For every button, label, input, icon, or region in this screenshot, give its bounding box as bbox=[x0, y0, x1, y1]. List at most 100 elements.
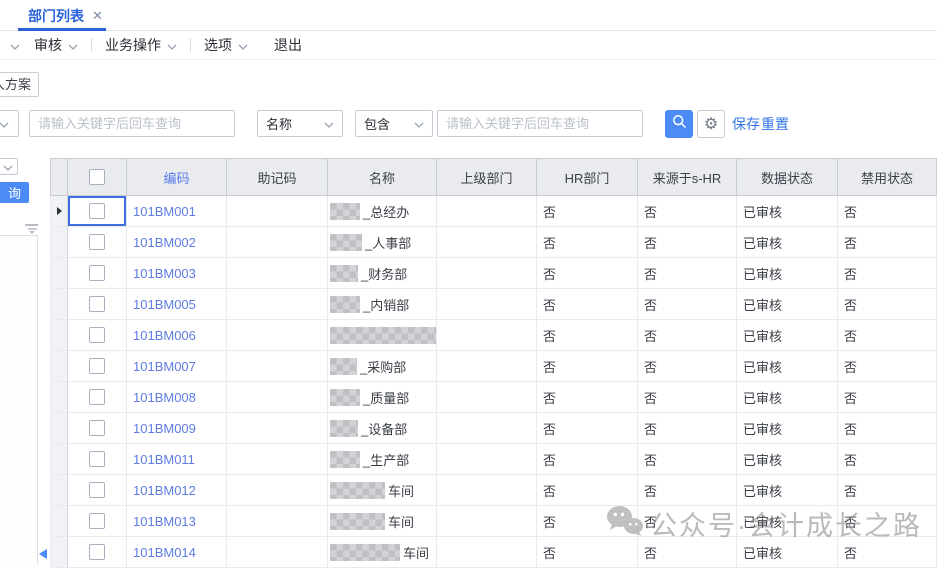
tab-bar: 部门列表 ✕ bbox=[0, 0, 937, 31]
splitter-collapse-handle[interactable] bbox=[25, 224, 39, 234]
filter-operator-select[interactable]: 包含 bbox=[355, 110, 433, 137]
reset-link[interactable]: 重置 bbox=[761, 114, 789, 134]
row-checkbox-cell[interactable] bbox=[68, 413, 127, 444]
menu-item-exit[interactable]: 退出 bbox=[274, 35, 302, 55]
cell-source: 否 bbox=[638, 289, 737, 320]
row-checkbox-cell[interactable] bbox=[68, 475, 127, 506]
row-checkbox[interactable] bbox=[89, 265, 105, 281]
cell-parent bbox=[437, 537, 537, 568]
tab-department-list[interactable]: 部门列表 ✕ bbox=[18, 0, 113, 31]
cell-code[interactable]: 101BM005 bbox=[127, 289, 227, 320]
cell-hr: 否 bbox=[537, 475, 638, 506]
row-checkbox-cell[interactable] bbox=[68, 227, 127, 258]
cell-source: 否 bbox=[638, 227, 737, 258]
menu-item-audit[interactable]: 审核 bbox=[34, 35, 78, 55]
row-checkbox-cell[interactable] bbox=[68, 196, 127, 227]
scheme-button[interactable]: 人方案 bbox=[0, 72, 39, 97]
redacted-blur bbox=[330, 203, 360, 220]
menu-item-collapsed[interactable] bbox=[4, 37, 20, 53]
cell-mnemonic bbox=[227, 258, 328, 289]
cell-code[interactable]: 101BM009 bbox=[127, 413, 227, 444]
cell-parent bbox=[437, 320, 537, 351]
cell-code[interactable]: 101BM013 bbox=[127, 506, 227, 537]
row-checkbox[interactable] bbox=[89, 327, 105, 343]
cell-disabled: 否 bbox=[838, 227, 937, 258]
row-checkbox-cell[interactable] bbox=[68, 506, 127, 537]
cell-source: 否 bbox=[638, 351, 737, 382]
row-checkbox[interactable] bbox=[89, 420, 105, 436]
cell-code[interactable]: 101BM014 bbox=[127, 537, 227, 568]
settings-button[interactable]: ⚙ bbox=[697, 110, 725, 138]
row-indicator-cell bbox=[50, 351, 68, 382]
chevron-down-icon bbox=[238, 37, 248, 53]
column-header-source[interactable]: 来源于s-HR bbox=[638, 158, 737, 196]
row-checkbox-cell[interactable] bbox=[68, 537, 127, 568]
row-checkbox[interactable] bbox=[89, 296, 105, 312]
cell-code[interactable]: 101BM002 bbox=[127, 227, 227, 258]
cell-code[interactable]: 101BM007 bbox=[127, 351, 227, 382]
column-header-status[interactable]: 数据状态 bbox=[737, 158, 838, 196]
column-header-name[interactable]: 名称 bbox=[328, 158, 437, 196]
row-checkbox-cell[interactable] bbox=[68, 320, 127, 351]
cell-name bbox=[328, 320, 437, 351]
cell-source: 否 bbox=[638, 475, 737, 506]
cell-code[interactable]: 101BM003 bbox=[127, 258, 227, 289]
cell-code[interactable]: 101BM008 bbox=[127, 382, 227, 413]
search-button[interactable] bbox=[665, 110, 693, 138]
cell-name: _财务部 bbox=[328, 258, 437, 289]
redacted-blur bbox=[330, 358, 357, 375]
filter-field-select[interactable]: 名称 bbox=[257, 110, 343, 137]
row-checkbox[interactable] bbox=[89, 203, 105, 219]
column-header-parent[interactable]: 上级部门 bbox=[437, 158, 537, 196]
menu-bar: 审核 业务操作 选项 退出 bbox=[0, 31, 937, 60]
row-checkbox-cell[interactable] bbox=[68, 289, 127, 320]
row-checkbox[interactable] bbox=[89, 451, 105, 467]
cell-hr: 否 bbox=[537, 537, 638, 568]
save-link[interactable]: 保存 bbox=[732, 114, 760, 134]
query-button[interactable]: 询 bbox=[0, 182, 29, 203]
department-table: 编码 助记码 名称 上级部门 HR部门 来源于s-HR 数据状态 禁用状态 10… bbox=[50, 158, 937, 568]
cell-code[interactable]: 101BM001 bbox=[127, 196, 227, 227]
cell-code[interactable]: 101BM012 bbox=[127, 475, 227, 506]
cell-parent bbox=[437, 382, 537, 413]
row-checkbox[interactable] bbox=[89, 482, 105, 498]
row-checkbox-cell[interactable] bbox=[68, 351, 127, 382]
column-header-code[interactable]: 编码 bbox=[127, 158, 227, 196]
row-checkbox-cell[interactable] bbox=[68, 258, 127, 289]
left-mini-select[interactable] bbox=[0, 158, 18, 175]
cell-name: _采购部 bbox=[328, 351, 437, 382]
filter-value-input[interactable] bbox=[437, 110, 643, 137]
row-indicator-cell bbox=[50, 258, 68, 289]
cell-parent bbox=[437, 506, 537, 537]
filter-left-select[interactable] bbox=[0, 110, 19, 137]
cell-code[interactable]: 101BM006 bbox=[127, 320, 227, 351]
close-icon[interactable]: ✕ bbox=[92, 8, 103, 24]
row-indicator-cell bbox=[50, 444, 68, 475]
select-all-header[interactable] bbox=[68, 158, 127, 196]
chevron-down-icon bbox=[414, 116, 424, 131]
column-header-disabled[interactable]: 禁用状态 bbox=[838, 158, 937, 196]
cell-code[interactable]: 101BM011 bbox=[127, 444, 227, 475]
column-header-mnemonic[interactable]: 助记码 bbox=[227, 158, 328, 196]
row-checkbox[interactable] bbox=[89, 544, 105, 560]
menu-item-options[interactable]: 选项 bbox=[204, 35, 248, 55]
select-all-checkbox[interactable] bbox=[89, 169, 105, 185]
cell-status: 已审核 bbox=[737, 351, 838, 382]
cell-name: _质量部 bbox=[328, 382, 437, 413]
keyword-search-input[interactable] bbox=[29, 110, 235, 137]
row-checkbox[interactable] bbox=[89, 358, 105, 374]
row-checkbox-cell[interactable] bbox=[68, 444, 127, 475]
row-checkbox[interactable] bbox=[89, 234, 105, 250]
panel-collapse-arrow-icon[interactable] bbox=[39, 549, 47, 559]
cell-mnemonic bbox=[227, 506, 328, 537]
cell-hr: 否 bbox=[537, 289, 638, 320]
redacted-blur bbox=[330, 234, 362, 251]
row-checkbox-cell[interactable] bbox=[68, 382, 127, 413]
menu-item-business-ops[interactable]: 业务操作 bbox=[105, 35, 177, 55]
cell-status: 已审核 bbox=[737, 537, 838, 568]
cell-disabled: 否 bbox=[838, 444, 937, 475]
row-checkbox[interactable] bbox=[89, 389, 105, 405]
row-checkbox[interactable] bbox=[89, 513, 105, 529]
column-header-hr[interactable]: HR部门 bbox=[537, 158, 638, 196]
cell-disabled: 否 bbox=[838, 475, 937, 506]
